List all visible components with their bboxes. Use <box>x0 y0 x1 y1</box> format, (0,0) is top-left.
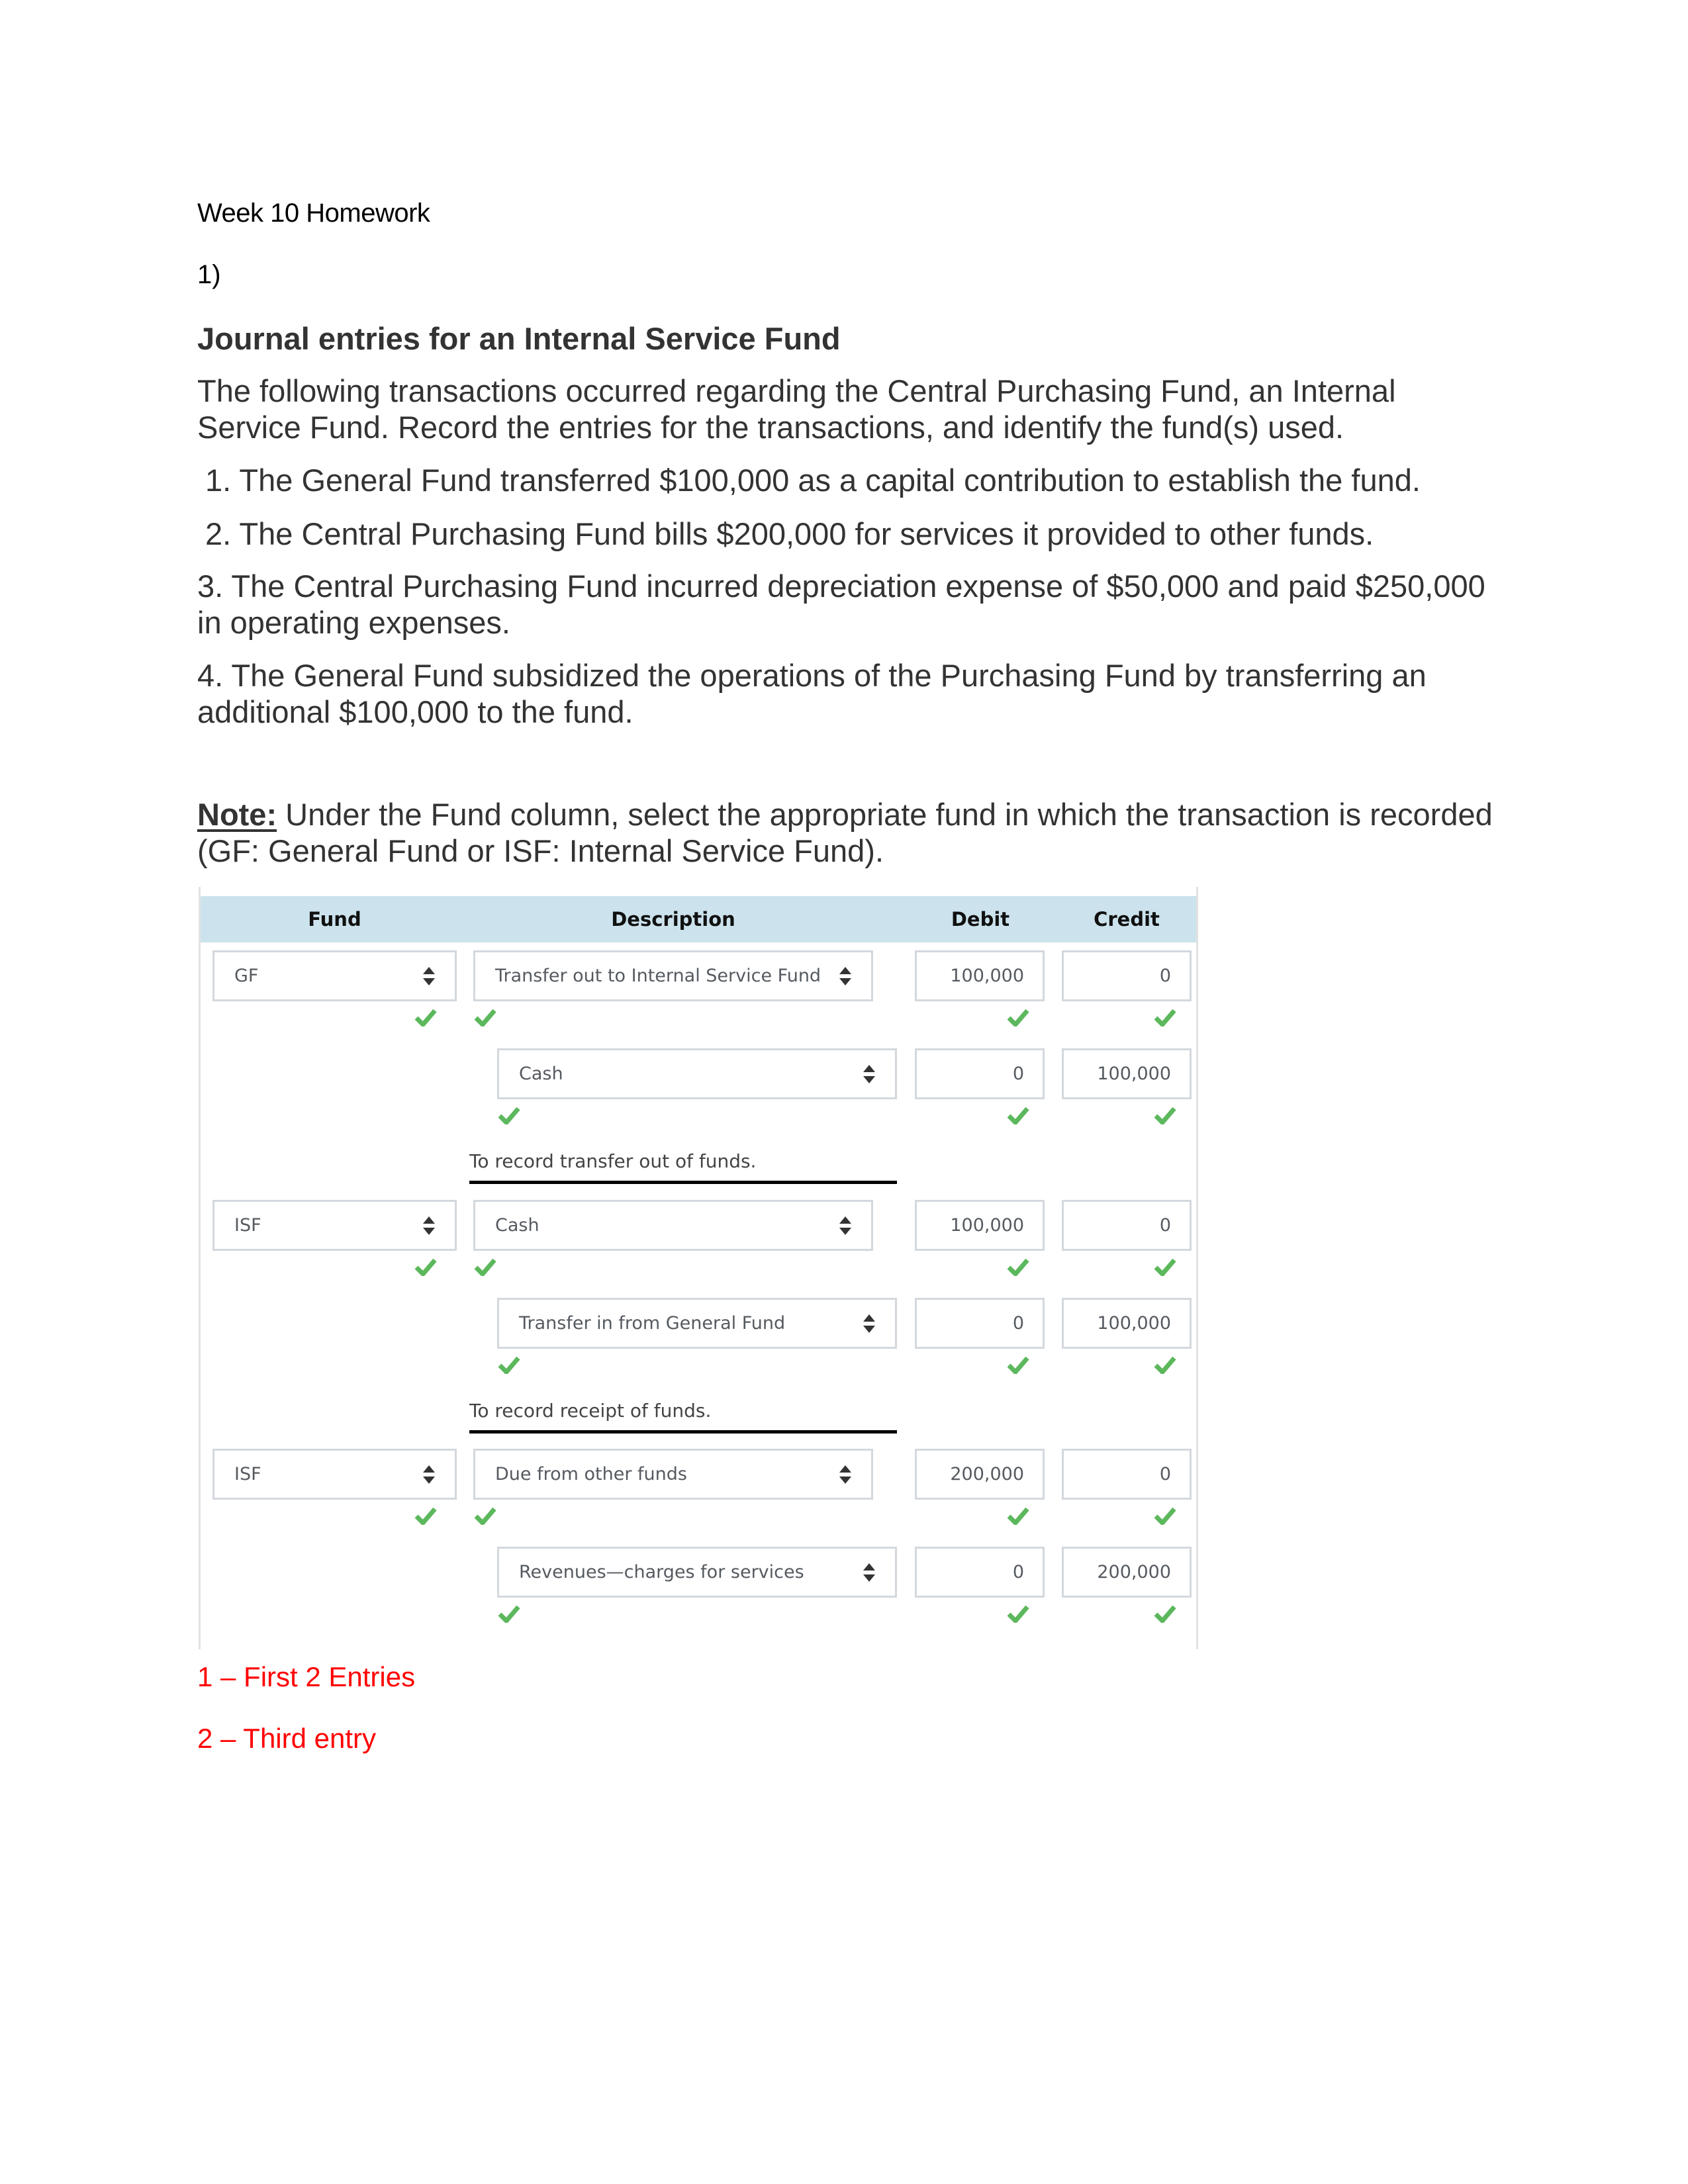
sort-arrows-icon <box>839 967 851 985</box>
correct-check-icon <box>414 1257 437 1276</box>
header-description: Description <box>611 908 735 931</box>
correct-check-icon <box>1007 1604 1029 1623</box>
debit-input[interactable]: 0 <box>915 1298 1045 1349</box>
transaction-1: 1. The General Fund transferred $100,000… <box>205 463 1421 498</box>
correct-check-icon <box>1007 1355 1029 1374</box>
sort-arrows-icon <box>423 967 435 985</box>
correct-check-icon <box>498 1355 520 1374</box>
problem-intro: The following transactions occurred rega… <box>197 373 1396 445</box>
sort-arrows-icon <box>839 1465 851 1484</box>
sort-arrows-icon <box>863 1314 875 1333</box>
document-title: Week 10 Homework <box>197 199 430 228</box>
correct-check-icon <box>1154 1355 1176 1374</box>
entry-memo: To record receipt of funds. <box>469 1400 712 1422</box>
annotation-1: 1 – First 2 Entries <box>197 1661 416 1692</box>
annotation-2: 2 – Third entry <box>197 1723 377 1754</box>
credit-input[interactable]: 0 <box>1062 950 1192 1001</box>
correct-check-icon <box>1007 1257 1029 1276</box>
account-select[interactable]: Cash <box>473 1200 873 1251</box>
credit-input[interactable]: 100,000 <box>1062 1298 1192 1349</box>
entry-memo: To record transfer out of funds. <box>469 1150 757 1172</box>
fund-select-value: GF <box>234 966 259 986</box>
correct-check-icon <box>414 1008 437 1026</box>
fund-select-value: ISF <box>234 1464 261 1484</box>
debit-input[interactable]: 0 <box>915 1547 1045 1598</box>
correct-check-icon <box>1007 1008 1029 1026</box>
sort-arrows-icon <box>839 1216 851 1235</box>
credit-input[interactable]: 100,000 <box>1062 1048 1192 1099</box>
correct-check-icon <box>498 1604 520 1623</box>
correct-check-icon <box>474 1008 496 1026</box>
account-select-value: Cash <box>519 1064 563 1084</box>
correct-check-icon <box>1154 1008 1176 1026</box>
note-label: Note: <box>197 797 277 832</box>
credit-input[interactable]: 0 <box>1062 1449 1192 1500</box>
sort-arrows-icon <box>423 1216 435 1235</box>
correct-check-icon <box>498 1106 520 1124</box>
account-select[interactable]: Transfer out to Internal Service Fund <box>473 950 873 1001</box>
account-select-value: Transfer in from General Fund <box>519 1313 786 1334</box>
header-debit: Debit <box>951 908 1010 931</box>
correct-check-icon <box>474 1506 496 1525</box>
fund-select[interactable]: GF <box>212 950 457 1001</box>
journal-entry-table: Fund Description Debit Credit GF Transfer… <box>199 887 1198 1649</box>
sort-arrows-icon <box>863 1065 875 1083</box>
fund-select[interactable]: ISF <box>212 1200 457 1251</box>
sort-arrows-icon <box>863 1563 875 1582</box>
account-select-value: Revenues—charges for services <box>519 1562 804 1582</box>
debit-input[interactable]: 100,000 <box>915 950 1045 1001</box>
sort-arrows-icon <box>423 1465 435 1484</box>
account-select-value: Transfer out to Internal Service Fund <box>495 966 821 986</box>
correct-check-icon <box>1154 1604 1176 1623</box>
correct-check-icon <box>414 1506 437 1525</box>
correct-check-icon <box>1007 1106 1029 1124</box>
account-select-value: Due from other funds <box>495 1464 687 1484</box>
account-select[interactable]: Transfer in from General Fund <box>497 1298 897 1349</box>
transaction-3: 3. The Central Purchasing Fund incurred … <box>197 569 1485 640</box>
account-select[interactable]: Due from other funds <box>473 1449 873 1500</box>
fund-select[interactable]: ISF <box>212 1449 457 1500</box>
debit-input[interactable]: 200,000 <box>915 1449 1045 1500</box>
problem-heading: Journal entries for an Internal Service … <box>197 321 841 356</box>
header-credit: Credit <box>1094 908 1160 931</box>
note-text: Under the Fund column, select the approp… <box>197 797 1493 868</box>
debit-input[interactable]: 100,000 <box>915 1200 1045 1251</box>
memo-underline <box>469 1181 897 1184</box>
account-select[interactable]: Revenues—charges for services <box>497 1547 897 1598</box>
memo-underline <box>469 1430 897 1433</box>
fund-select-value: ISF <box>234 1215 261 1236</box>
correct-check-icon <box>1154 1506 1176 1525</box>
correct-check-icon <box>1007 1506 1029 1525</box>
account-select-value: Cash <box>495 1215 539 1236</box>
header-fund: Fund <box>308 908 361 931</box>
correct-check-icon <box>1154 1257 1176 1276</box>
transaction-4: 4. The General Fund subsidized the opera… <box>197 658 1427 729</box>
account-select[interactable]: Cash <box>497 1048 897 1099</box>
correct-check-icon <box>474 1257 496 1276</box>
credit-input[interactable]: 200,000 <box>1062 1547 1192 1598</box>
table-header: Fund Description Debit Credit <box>201 896 1196 942</box>
transaction-2: 2. The Central Purchasing Fund bills $20… <box>205 516 1374 551</box>
note-paragraph: Note: Under the Fund column, select the … <box>197 796 1495 869</box>
debit-input[interactable]: 0 <box>915 1048 1045 1099</box>
question-number: 1) <box>197 260 221 289</box>
correct-check-icon <box>1154 1106 1176 1124</box>
credit-input[interactable]: 0 <box>1062 1200 1192 1251</box>
